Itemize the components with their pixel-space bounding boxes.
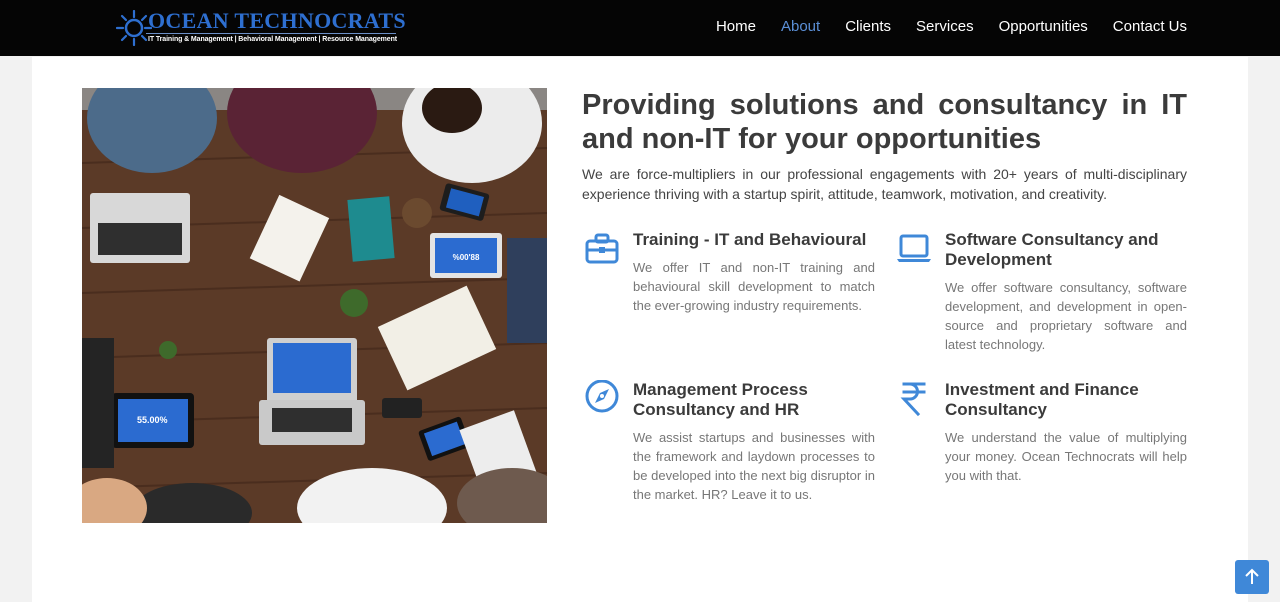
nav-opportunities[interactable]: Opportunities (999, 18, 1088, 35)
service-investment: Investment and Finance Consultancy We un… (894, 380, 1187, 490)
main-nav: Home About Clients Services Opportunitie… (691, 18, 1187, 35)
top-navbar: OCEAN TECHNOCRATS IT Training & Manageme… (0, 0, 1280, 56)
tablet-screen-text: %00'88 (453, 253, 480, 262)
sun-logo-icon (116, 10, 152, 46)
logo-tagline: IT Training & Management | Behavioral Ma… (148, 36, 397, 43)
service-management-hr: Management Process Consultancy and HR We… (582, 380, 875, 525)
tablet-left-screen-text: 55.00% (137, 415, 168, 425)
rupee-icon (900, 382, 926, 417)
nav-clients[interactable]: Clients (845, 18, 891, 35)
service-title: Software Consultancy and Development (945, 230, 1159, 269)
service-description: We assist startups and businesses with t… (633, 430, 875, 502)
nav-services[interactable]: Services (916, 18, 974, 35)
service-title: Investment and Finance Consultancy (945, 380, 1139, 419)
logo-title: OCEAN TECHNOCRATS (148, 8, 406, 33)
compass-icon (585, 380, 619, 413)
team-meeting-photo: %00'88 55.00% (82, 88, 547, 523)
service-software: Software Consultancy and Development We … (894, 230, 1187, 360)
back-to-top-button[interactable] (1235, 560, 1269, 594)
site-logo[interactable]: OCEAN TECHNOCRATS IT Training & Manageme… (116, 8, 406, 50)
team-meeting-illustration: %00'88 55.00% (82, 88, 547, 523)
service-title: Management Process Consultancy and HR (633, 380, 808, 419)
laptop-icon (897, 234, 931, 262)
arrow-up-icon (1245, 568, 1259, 584)
about-intro: We are force-multipliers in our professi… (582, 166, 1187, 202)
service-title: Training - IT and Behavioural (633, 230, 867, 249)
nav-contact-us[interactable]: Contact Us (1113, 18, 1187, 35)
about-headline: Providing solutions and consultancy in I… (582, 89, 1187, 155)
service-description: We understand the value of multiplying y… (945, 430, 1187, 483)
nav-about[interactable]: About (781, 18, 820, 35)
service-training: Training - IT and Behavioural We offer I… (582, 230, 875, 320)
service-description: We offer IT and non-IT training and beha… (633, 260, 875, 313)
logo-divider (146, 33, 396, 34)
service-description: We offer software consultancy, software … (945, 280, 1187, 352)
briefcase-icon (585, 233, 619, 264)
nav-home[interactable]: Home (716, 18, 756, 35)
